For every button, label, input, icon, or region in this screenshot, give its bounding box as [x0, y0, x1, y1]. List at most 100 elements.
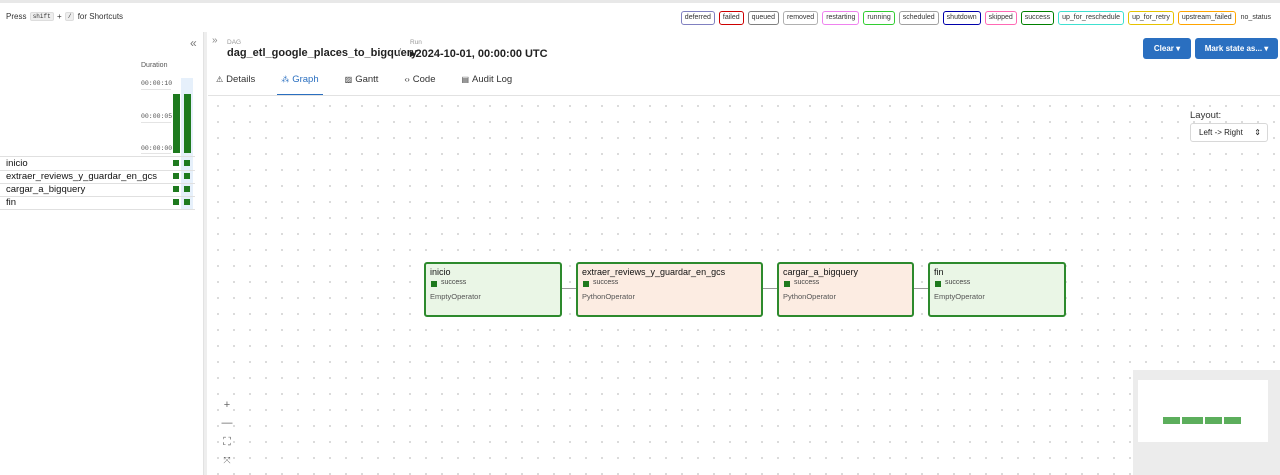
node-status: success	[794, 279, 820, 286]
legend-up-for-retry[interactable]: up_for_retry	[1128, 11, 1174, 25]
minimap-node	[1163, 417, 1180, 424]
legend-shutdown[interactable]: shutdown	[942, 11, 981, 25]
fit-view-icon[interactable]: ⛶	[220, 436, 234, 449]
legend-upstream-failed[interactable]: upstream_failed	[1177, 11, 1236, 25]
legend-scheduled[interactable]: scheduled	[898, 11, 939, 25]
legend-no-status[interactable]: no_status	[1239, 12, 1272, 24]
minimap-node	[1224, 417, 1241, 424]
dag-id-link[interactable]: dag_etl_google_places_to_bigquery	[227, 47, 417, 59]
node-name: inicio	[430, 267, 451, 277]
graph-icon: ⁂	[281, 75, 290, 84]
duration-tick: 00:00:05	[141, 113, 173, 120]
graph-edge	[762, 288, 778, 289]
task-node-cargar[interactable]: cargar_a_bigquery success PythonOperator	[777, 262, 914, 317]
node-status: success	[593, 279, 619, 286]
task-node-fin[interactable]: fin success EmptyOperator	[928, 262, 1066, 317]
state-legend: deferred failed queued removed restartin…	[680, 11, 1272, 25]
row-separator	[0, 156, 195, 157]
mark-state-button[interactable]: Mark state as... ▾	[1195, 38, 1278, 59]
code-icon: ‹›	[404, 75, 410, 84]
clear-button[interactable]: Clear ▾	[1143, 38, 1191, 59]
legend-failed[interactable]: failed	[718, 11, 744, 25]
top-border	[0, 0, 1280, 3]
expand-panel-icon[interactable]: »	[212, 35, 218, 46]
run-label: Run	[410, 39, 422, 46]
panel-resize-handle[interactable]	[204, 32, 207, 475]
task-node-inicio[interactable]: inicio success EmptyOperator	[424, 262, 562, 317]
layout-label: Layout:	[1190, 110, 1222, 121]
legend-removed[interactable]: removed	[782, 11, 819, 25]
task-row-fin[interactable]: fin	[6, 197, 16, 208]
row-separator	[0, 209, 195, 210]
task-instance-cell[interactable]	[173, 173, 179, 179]
axis-gridline	[141, 89, 171, 90]
shortcut-suffix: for Shortcuts	[77, 12, 124, 21]
legend-running[interactable]: running	[863, 11, 895, 25]
legend-up-for-reschedule[interactable]: up_for_reschedule	[1058, 11, 1125, 25]
tab-gantt[interactable]: ▨ Gantt	[341, 68, 383, 96]
tab-label: Audit Log	[472, 74, 513, 85]
tab-underline	[208, 95, 1280, 96]
legend-skipped[interactable]: skipped	[984, 11, 1017, 25]
layout-select[interactable]: Left -> Right ⇕	[1190, 123, 1268, 142]
task-row-extraer[interactable]: extraer_reviews_y_guardar_en_gcs	[6, 171, 157, 182]
slash-key: /	[64, 12, 75, 22]
tab-code[interactable]: ‹› Code	[400, 68, 439, 96]
minimap-viewport[interactable]	[1138, 380, 1268, 442]
task-instance-cell[interactable]	[184, 173, 190, 179]
layout-value: Left -> Right	[1199, 128, 1243, 137]
task-row-inicio[interactable]: inicio	[6, 158, 28, 169]
task-instance-cell[interactable]	[173, 186, 179, 192]
graph-edge	[913, 288, 929, 289]
dag-label: DAG	[227, 39, 242, 46]
node-name: fin	[934, 267, 944, 277]
zoom-out-icon[interactable]: —	[220, 417, 234, 429]
task-instance-cell[interactable]	[184, 199, 190, 205]
tab-label: Graph	[292, 74, 319, 85]
breadcrumb-separator: /	[398, 47, 402, 59]
tab-label: Gantt	[355, 74, 379, 85]
task-instance-cell[interactable]	[184, 186, 190, 192]
duration-tick: 00:00:00	[141, 145, 173, 152]
node-name: cargar_a_bigquery	[783, 267, 859, 277]
tab-details[interactable]: ⚠ Details	[212, 68, 259, 96]
row-separator	[0, 196, 195, 197]
axis-gridline	[141, 122, 171, 123]
node-name: extraer_reviews_y_guardar_en_gcs	[582, 267, 726, 277]
minimap-node	[1182, 417, 1203, 424]
tab-label: Code	[412, 74, 436, 85]
tab-label: Details	[226, 74, 256, 85]
status-square	[784, 281, 790, 287]
task-node-extraer[interactable]: extraer_reviews_y_guardar_en_gcs success…	[576, 262, 763, 317]
legend-deferred[interactable]: deferred	[680, 11, 715, 25]
node-status: success	[441, 279, 467, 286]
task-instance-cell[interactable]	[173, 199, 179, 205]
lock-view-icon[interactable]: ⤧	[220, 455, 234, 466]
minimap-node	[1205, 417, 1222, 424]
run-duration-bar[interactable]	[173, 94, 180, 153]
axis-gridline	[141, 153, 171, 154]
node-operator: EmptyOperator	[934, 292, 985, 301]
shortcut-plus: +	[56, 12, 62, 21]
tab-audit-log[interactable]: ▤ Audit Log	[457, 68, 516, 96]
status-square	[431, 281, 437, 287]
run-duration-bar[interactable]	[184, 94, 191, 153]
node-operator: PythonOperator	[783, 292, 836, 301]
node-operator: EmptyOperator	[430, 292, 481, 301]
legend-queued[interactable]: queued	[747, 11, 779, 25]
shortcut-hint: Press shift + / for Shortcuts	[6, 12, 124, 22]
tab-graph[interactable]: ⁂ Graph	[277, 68, 323, 96]
zoom-in-icon[interactable]: +	[220, 399, 234, 411]
shortcut-press-text: Press	[6, 12, 27, 21]
duration-tick: 00:00:10	[141, 80, 173, 87]
task-instance-cell[interactable]	[184, 160, 190, 166]
collapse-panel-icon[interactable]: «	[190, 36, 197, 50]
status-square	[583, 281, 589, 287]
task-instance-cell[interactable]	[173, 160, 179, 166]
task-row-cargar[interactable]: cargar_a_bigquery	[6, 184, 85, 195]
run-id[interactable]: ▸2024-10-01, 00:00:00 UTC	[410, 47, 548, 60]
legend-success[interactable]: success	[1020, 11, 1055, 25]
duration-label: Duration	[141, 62, 168, 69]
gantt-icon: ▨	[344, 75, 353, 84]
legend-restarting[interactable]: restarting	[822, 11, 860, 25]
